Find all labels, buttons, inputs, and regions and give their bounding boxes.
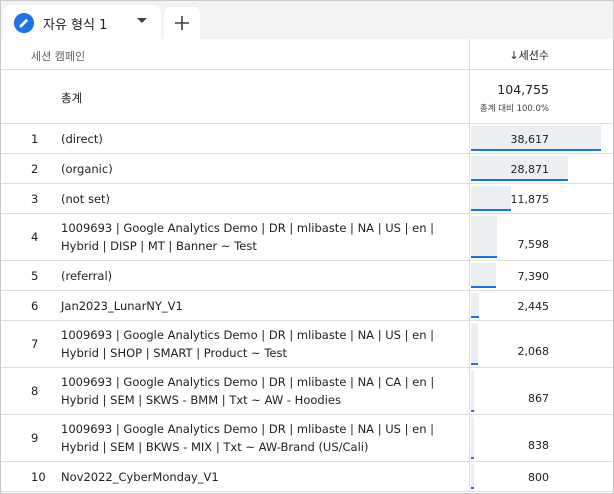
sessions-value: 838 (528, 439, 549, 452)
tab-label: 자유 형식 1 (43, 18, 108, 33)
total-label: 총계 (61, 91, 83, 105)
tab-freeform-1[interactable]: 자유 형식 1 (3, 5, 161, 39)
table-row[interactable]: 6 Jan2023_LunarNY_V1 2,445 (1, 291, 613, 321)
row-index: 3 (31, 192, 39, 206)
campaign-name: (not set) (61, 192, 111, 206)
sessions-value: 2,068 (517, 345, 550, 358)
sessions-value: 28,871 (510, 163, 550, 176)
report-frame: 자유 형식 1 세션 캠페인 ↓세션수 총계 104,755 총계 대비 100… (0, 0, 614, 494)
campaign-name: Jan2023_LunarNY_V1 (61, 299, 183, 313)
sessions-value: 2,445 (517, 300, 550, 313)
table-row[interactable]: 3 (not set) 11,875 (1, 184, 613, 214)
add-tab-button[interactable] (164, 7, 200, 39)
sessions-value: 38,617 (510, 133, 550, 146)
row-index: 4 (31, 230, 39, 244)
total-percent: 총계 대비 100.0% (479, 104, 549, 114)
chevron-down-icon[interactable] (137, 18, 147, 23)
table-row[interactable]: 2 (organic) 28,871 (1, 154, 613, 184)
row-index: 1 (31, 132, 39, 146)
table-row[interactable]: 4 1009693 | Google Analytics Demo | DR | … (1, 214, 613, 261)
table-row[interactable]: 8 1009693 | Google Analytics Demo | DR | … (1, 368, 613, 415)
table-row[interactable]: 10 Nov2022_CyberMonday_V1 800 (1, 462, 613, 492)
row-index: 10 (31, 470, 46, 484)
row-index: 2 (31, 162, 39, 176)
campaign-name: 1009693 | Google Analytics Demo | DR | m… (61, 221, 435, 253)
campaign-name: (referral) (61, 269, 113, 283)
tab-bar: 자유 형식 1 (1, 1, 613, 39)
campaign-name: 1009693 | Google Analytics Demo | DR | m… (61, 422, 435, 454)
value-bar (471, 370, 474, 412)
value-bar (471, 186, 511, 211)
row-index: 9 (31, 431, 39, 445)
dimension-header[interactable]: 세션 캠페인 (31, 48, 85, 64)
sessions-value: 867 (528, 392, 549, 405)
row-index: 8 (31, 384, 39, 398)
table-row[interactable]: 5 (referral) 7,390 (1, 261, 613, 291)
campaign-name: 1009693 | Google Analytics Demo | DR | m… (61, 375, 435, 407)
campaign-name: Nov2022_CyberMonday_V1 (61, 470, 219, 484)
plus-icon (175, 16, 189, 30)
value-bar (471, 417, 474, 459)
value-bar (471, 216, 497, 258)
sessions-value: 11,875 (510, 193, 550, 206)
totals-row: 총계 104,755 총계 대비 100.0% (1, 70, 613, 124)
metric-header-label: 세션수 (518, 49, 549, 62)
value-bar (471, 464, 474, 489)
table-header-row: 세션 캠페인 ↓세션수 (1, 39, 613, 70)
sessions-value: 7,390 (517, 270, 550, 283)
row-index: 7 (31, 337, 39, 351)
table-row[interactable]: 7 1009693 | Google Analytics Demo | DR | … (1, 321, 613, 368)
campaign-name: (direct) (61, 132, 103, 146)
campaign-name: 1009693 | Google Analytics Demo | DR | m… (61, 328, 435, 360)
sessions-value: 7,598 (517, 238, 550, 251)
total-value: 104,755 (497, 82, 549, 97)
table-row[interactable]: 1 (direct) 38,617 (1, 124, 613, 154)
campaign-name: (organic) (61, 162, 113, 176)
row-index: 5 (31, 269, 39, 283)
sort-arrow-icon: ↓ (509, 49, 519, 62)
row-index: 6 (31, 299, 39, 313)
table-row[interactable]: 9 1009693 | Google Analytics Demo | DR | … (1, 415, 613, 462)
value-bar (471, 293, 479, 318)
value-bar (471, 263, 496, 288)
metric-header[interactable]: ↓세션수 (509, 47, 549, 63)
pencil-icon (14, 13, 34, 33)
sessions-value: 800 (528, 471, 549, 484)
value-bar (471, 323, 478, 365)
